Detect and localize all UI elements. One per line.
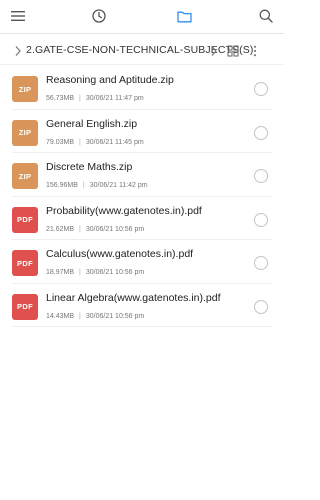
file-name: Reasoning and Aptitude.zip xyxy=(46,74,174,86)
file-name: Linear Algebra(www.gatenotes.in).pdf xyxy=(46,291,221,304)
meta-separator: | xyxy=(79,312,81,320)
zip-file-icon: ZIP xyxy=(12,163,38,189)
file-size: 56.73MB xyxy=(46,95,75,102)
select-radio[interactable] xyxy=(254,212,268,227)
pdf-file-icon: PDF xyxy=(12,206,38,233)
file-size: 79.03MB xyxy=(46,138,75,146)
recent-icon[interactable] xyxy=(88,5,110,27)
file-date: 30/06/21 10:56 pm xyxy=(85,269,145,276)
meta-separator: | xyxy=(79,138,81,146)
select-radio[interactable] xyxy=(254,169,268,183)
file-date: 30/06/21 10:56 pm xyxy=(85,312,145,320)
file-meta: 56.73MB | 30/06/21 11:47 pm xyxy=(46,95,144,102)
file-name: Probability(www.gatenotes.in).pdf xyxy=(46,204,202,217)
top-toolbar xyxy=(0,0,284,34)
chevron-left-icon[interactable] xyxy=(14,44,22,62)
file-size: 14.43MB xyxy=(46,312,75,320)
file-row[interactable]: PDF Linear Algebra(www.gatenotes.in).pdf… xyxy=(0,284,284,327)
file-name: Calculus(www.gatenotes.in).pdf xyxy=(46,248,194,260)
file-meta: 18.97MB | 30/06/21 10:56 pm xyxy=(46,269,144,276)
meta-separator: | xyxy=(79,95,81,102)
file-row[interactable]: PDF Calculus(www.gatenotes.in).pdf 18.97… xyxy=(0,240,284,284)
file-date: 30/06/21 10:56 pm xyxy=(85,225,145,233)
meta-separator: | xyxy=(79,269,81,276)
toolbar-divider xyxy=(0,33,284,34)
file-list: ZIP Reasoning and Aptitude.zip 56.73MB | 3… xyxy=(0,66,284,327)
meta-separator: | xyxy=(82,182,85,189)
file-row[interactable]: ZIP General English.zip 79.03MB | 30/06/21… xyxy=(0,110,284,153)
file-meta: 79.03MB | 30/06/21 11:45 pm xyxy=(46,139,144,146)
file-row[interactable]: ZIP Reasoning and Aptitude.zip 56.73MB | 3… xyxy=(0,66,284,110)
more-options-icon[interactable] xyxy=(252,44,258,62)
row-divider xyxy=(12,326,272,327)
search-icon[interactable] xyxy=(255,5,277,27)
file-row[interactable]: PDF Probability(www.gatenotes.in).pdf 21… xyxy=(0,197,284,240)
file-size: 21.62MB xyxy=(46,225,75,233)
folder-icon[interactable] xyxy=(173,5,195,27)
file-meta: 156.96MB | 30/06/21 11:42 pm xyxy=(46,182,148,189)
select-radio[interactable] xyxy=(254,299,268,314)
pdf-file-icon: PDF xyxy=(12,250,38,276)
file-date: 30/06/21 11:45 pm xyxy=(85,138,144,146)
file-size: 156.96MB xyxy=(46,182,78,189)
zip-file-icon: ZIP xyxy=(12,119,38,146)
select-radio[interactable] xyxy=(254,82,268,96)
zip-file-icon: ZIP xyxy=(12,76,38,102)
file-row[interactable]: ZIP Discrete Maths.zip 156.96MB | 30/06/21… xyxy=(0,153,284,197)
chevron-right-icon xyxy=(210,44,218,62)
breadcrumb-current-folder[interactable]: 2.GATE-CSE-NON-TECHNICAL-SUBJECTS(S) xyxy=(26,44,253,56)
breadcrumb-divider xyxy=(0,64,284,65)
file-name: General English.zip xyxy=(46,117,138,130)
file-date: 30/06/21 11:42 pm xyxy=(89,182,148,189)
meta-separator: | xyxy=(79,225,81,233)
grid-view-icon[interactable] xyxy=(227,44,239,62)
select-radio[interactable] xyxy=(254,125,268,140)
file-meta: 21.62MB | 30/06/21 10:56 pm xyxy=(46,226,144,233)
select-radio[interactable] xyxy=(254,256,268,270)
breadcrumb: 2.GATE-CSE-NON-TECHNICAL-SUBJECTS(S) xyxy=(0,38,284,64)
pdf-file-icon: PDF xyxy=(12,293,38,320)
file-name: Discrete Maths.zip xyxy=(46,161,133,173)
menu-icon[interactable] xyxy=(7,5,29,27)
file-size: 18.97MB xyxy=(46,269,75,276)
file-date: 30/06/21 11:47 pm xyxy=(85,95,144,102)
file-meta: 14.43MB | 30/06/21 10:56 pm xyxy=(46,313,144,320)
